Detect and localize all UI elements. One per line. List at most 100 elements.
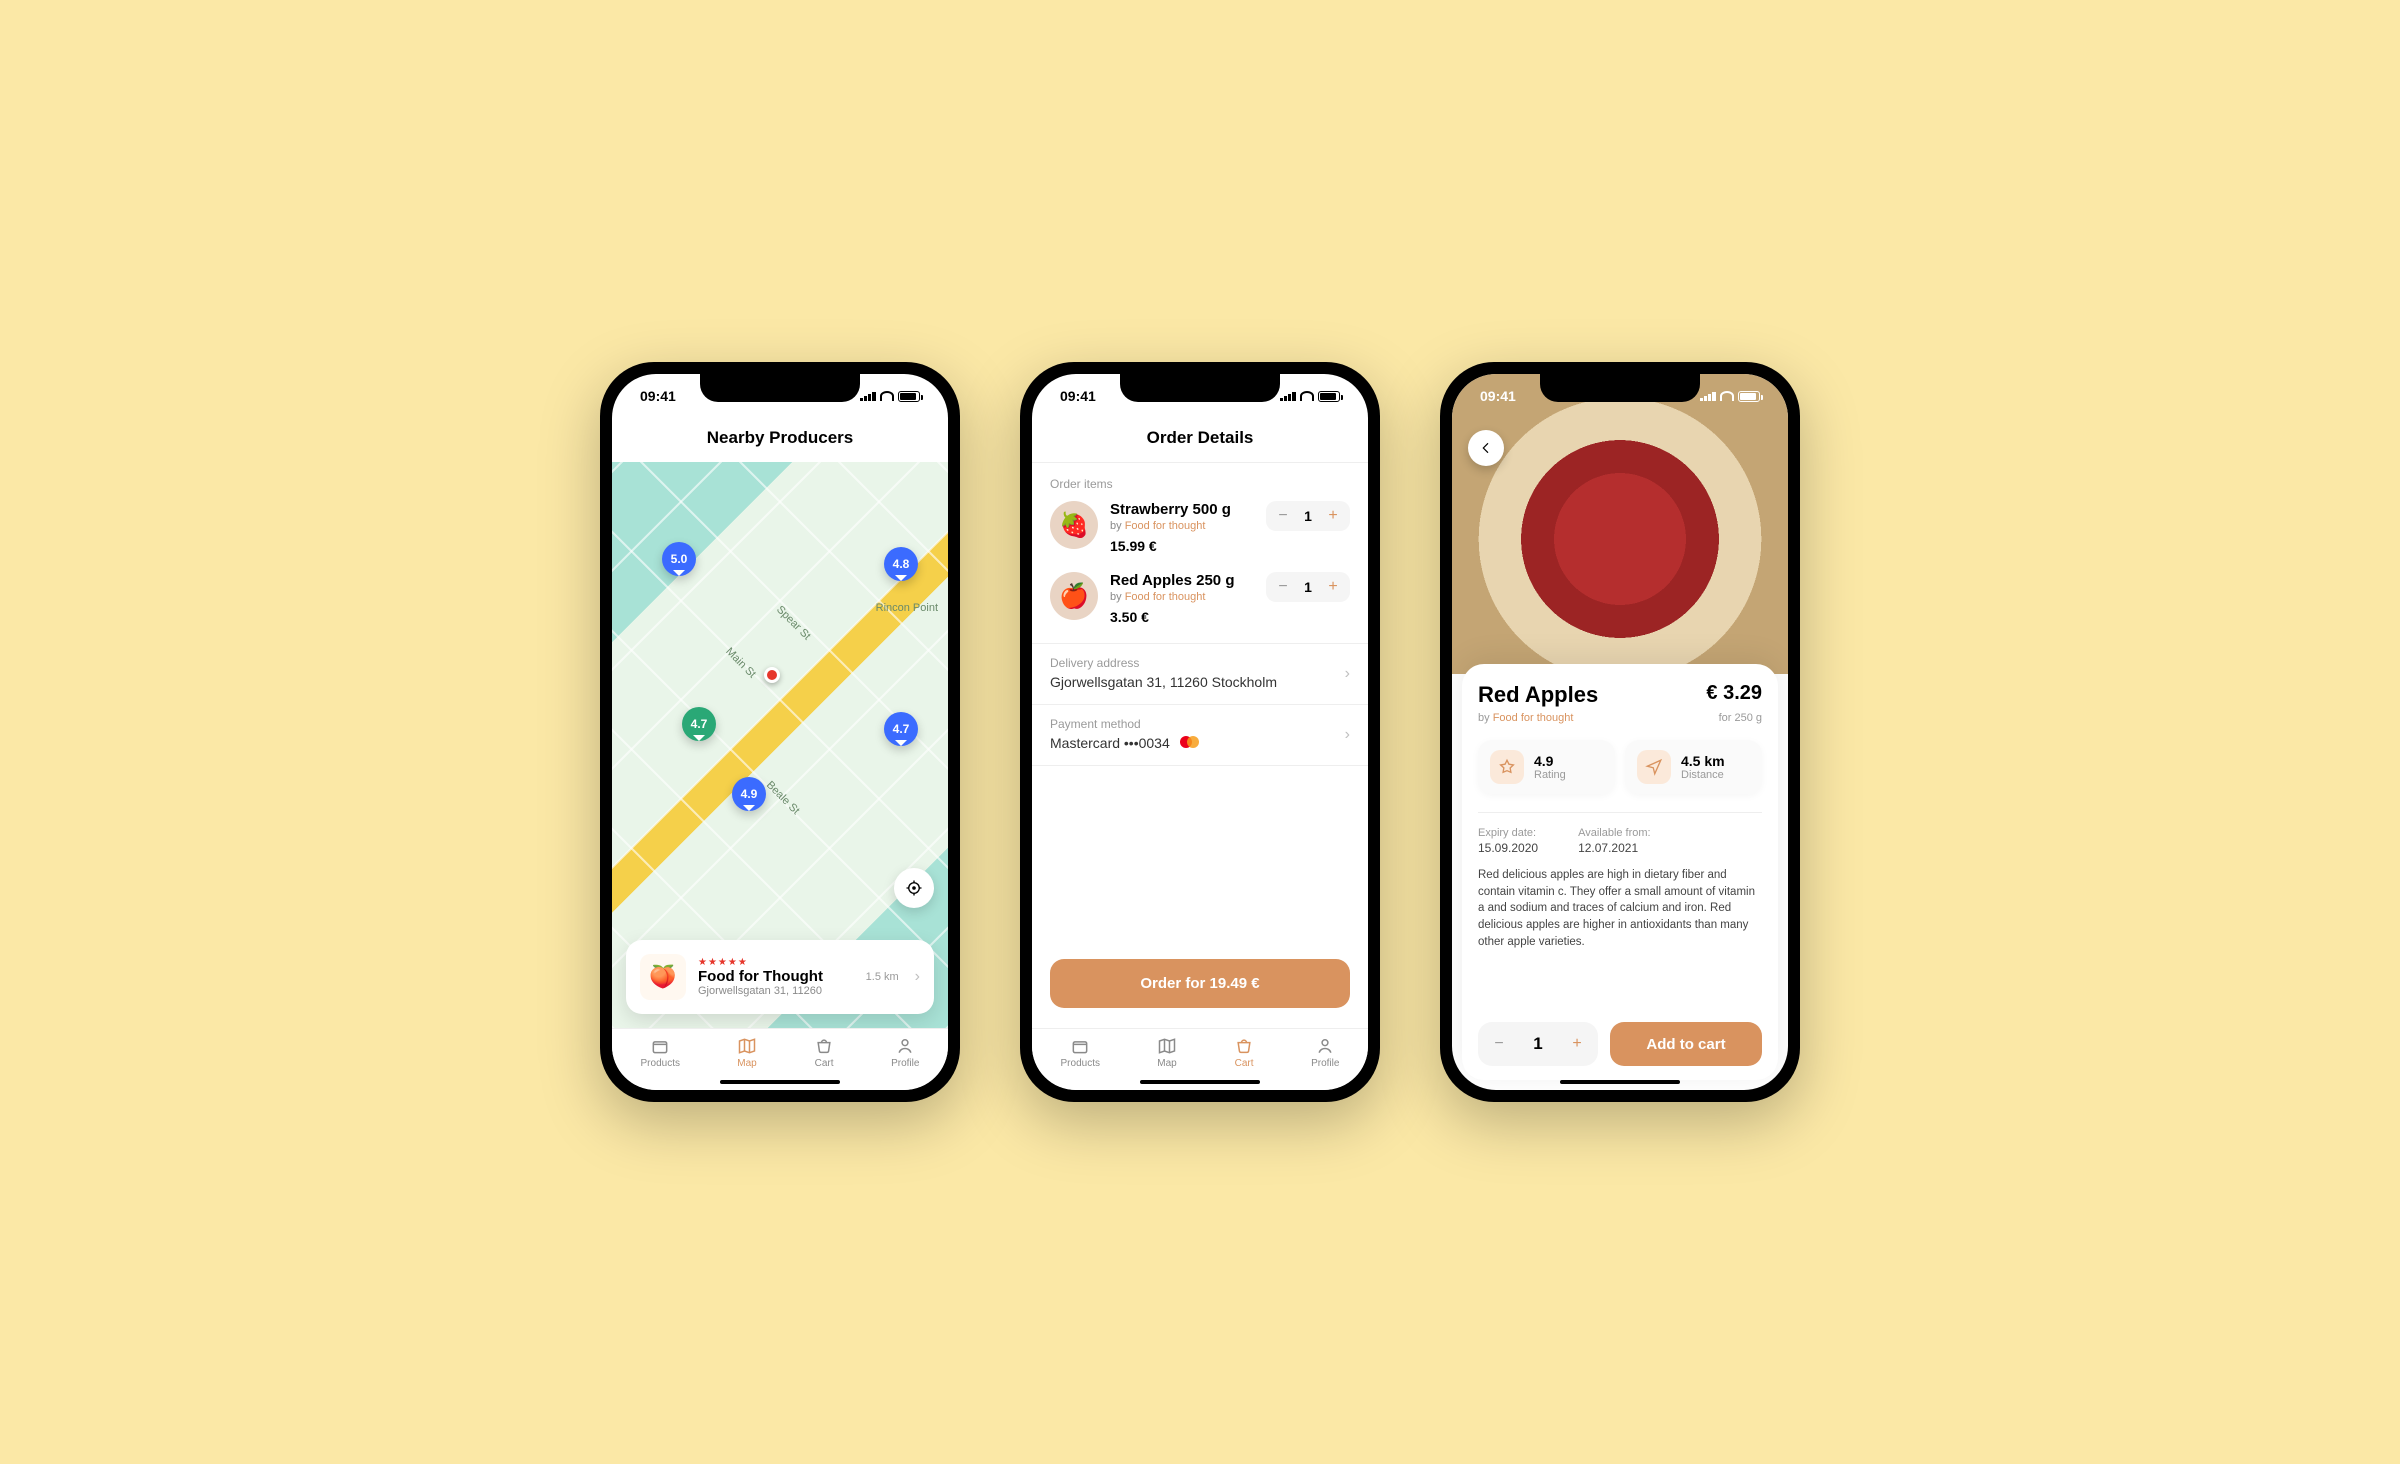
available-meta: Available from: 12.07.2021 [1578,827,1651,855]
map-icon [737,1036,757,1056]
qty-value: 1 [1302,579,1314,595]
map-marker[interactable]: 4.7 [682,707,716,741]
row-label: Delivery address [1050,656,1350,670]
order-button[interactable]: Order for 19.49 € [1050,959,1350,1008]
crosshair-icon [905,879,923,897]
products-icon [1070,1036,1090,1056]
product-unit: for 250 g [1719,712,1762,724]
item-title: Red Apples 250 g [1110,572,1254,589]
quantity-stepper: − 1 + [1478,1022,1598,1066]
distance-stat: 4.5 km Distance [1625,740,1762,794]
item-price: 15.99 € [1110,538,1254,554]
tab-map[interactable]: Map [737,1036,757,1069]
qty-minus-button[interactable]: − [1274,578,1292,596]
quantity-stepper: − 1 + [1266,501,1350,531]
mastercard-icon [1180,736,1199,748]
profile-icon [895,1036,915,1056]
status-time: 09:41 [1060,388,1096,404]
wifi-icon [880,391,894,401]
item-title: Strawberry 500 g [1110,501,1254,518]
item-thumbnail: 🍎 [1050,572,1098,620]
cart-icon [1234,1036,1254,1056]
status-bar: 09:41 [1032,374,1368,418]
product-name: Red Apples [1478,682,1598,708]
back-button[interactable] [1468,430,1504,466]
qty-value: 1 [1532,1034,1544,1054]
chevron-left-icon [1478,440,1494,456]
map-marker[interactable]: 4.7 [884,712,918,746]
street-label: Main St [723,646,758,681]
qty-plus-button[interactable]: + [1568,1035,1586,1053]
quantity-stepper: − 1 + [1266,572,1350,602]
navigation-icon [1637,750,1671,784]
producer-card[interactable]: 🍑 ★★★★★ Food for Thought Gjorwellsgatan … [626,940,934,1014]
rating-value: 4.9 [1534,753,1566,769]
tab-cart[interactable]: Cart [1234,1036,1254,1069]
qty-value: 1 [1302,508,1314,524]
row-label: Payment method [1050,717,1350,731]
tab-map[interactable]: Map [1157,1036,1177,1069]
profile-icon [1315,1036,1335,1056]
home-indicator[interactable] [720,1080,840,1084]
chevron-right-icon: › [915,968,920,986]
wifi-icon [1720,391,1734,401]
producer-link[interactable]: Food for thought [1493,712,1574,724]
product-sheet: Red Apples € 3.29 by Food for thought fo… [1462,664,1778,1080]
map-marker[interactable]: 4.9 [732,777,766,811]
item-thumbnail: 🍓 [1050,501,1098,549]
tab-cart[interactable]: Cart [814,1036,834,1069]
status-icons [1700,391,1760,402]
map-icon [1157,1036,1177,1056]
item-byline: by Food for thought [1110,520,1254,532]
add-to-cart-button[interactable]: Add to cart [1610,1022,1762,1066]
locate-button[interactable] [894,868,934,908]
tab-profile[interactable]: Profile [1311,1036,1339,1069]
chevron-right-icon: › [1345,726,1350,744]
producer-link[interactable]: Food for thought [1125,591,1206,603]
qty-plus-button[interactable]: + [1324,507,1342,525]
tab-products[interactable]: Products [641,1036,680,1069]
product-hero-image [1452,374,1788,674]
qty-minus-button[interactable]: − [1490,1035,1508,1053]
rating-label: Rating [1534,769,1566,781]
qty-minus-button[interactable]: − [1274,507,1292,525]
map[interactable]: Rincon Point Spear St Main St Beale St 5… [612,462,948,1028]
status-icons [860,391,920,402]
status-time: 09:41 [1480,388,1516,404]
distance-value: 4.5 km [1681,753,1725,769]
producer-name: Food for Thought [698,968,854,985]
cart-icon [814,1036,834,1056]
battery-icon [1318,391,1340,402]
product-byline: by Food for thought [1478,712,1573,724]
qty-plus-button[interactable]: + [1324,578,1342,596]
item-price: 3.50 € [1110,609,1254,625]
status-bar: 09:41 [612,374,948,418]
star-icon [1490,750,1524,784]
battery-icon [898,391,920,402]
battery-icon [1738,391,1760,402]
signal-icon [860,391,876,401]
producer-distance: 1.5 km [866,971,899,983]
user-location-pin [764,667,780,683]
tab-profile[interactable]: Profile [891,1036,919,1069]
map-marker[interactable]: 5.0 [662,542,696,576]
home-indicator[interactable] [1140,1080,1260,1084]
order-item: 🍓 Strawberry 500 g by Food for thought 1… [1032,501,1368,572]
payment-method-row[interactable]: Payment method Mastercard •••0034 › [1032,705,1368,765]
map-marker[interactable]: 4.8 [884,547,918,581]
rating-stars: ★★★★★ [698,957,854,968]
distance-label: Distance [1681,769,1725,781]
producer-address: Gjorwellsgatan 31, 11260 [698,985,854,997]
status-time: 09:41 [640,388,676,404]
page-title: Order Details [1032,418,1368,462]
home-indicator[interactable] [1560,1080,1680,1084]
product-description: Red delicious apples are high in dietary… [1478,867,1762,950]
delivery-address-value: Gjorwellsgatan 31, 11260 Stockholm [1050,674,1350,690]
map-poi-label: Rincon Point [876,602,938,614]
signal-icon [1700,391,1716,401]
tab-products[interactable]: Products [1061,1036,1100,1069]
section-label: Order items [1032,463,1368,501]
delivery-address-row[interactable]: Delivery address Gjorwellsgatan 31, 1126… [1032,644,1368,704]
producer-link[interactable]: Food for thought [1125,520,1206,532]
chevron-right-icon: › [1345,665,1350,683]
